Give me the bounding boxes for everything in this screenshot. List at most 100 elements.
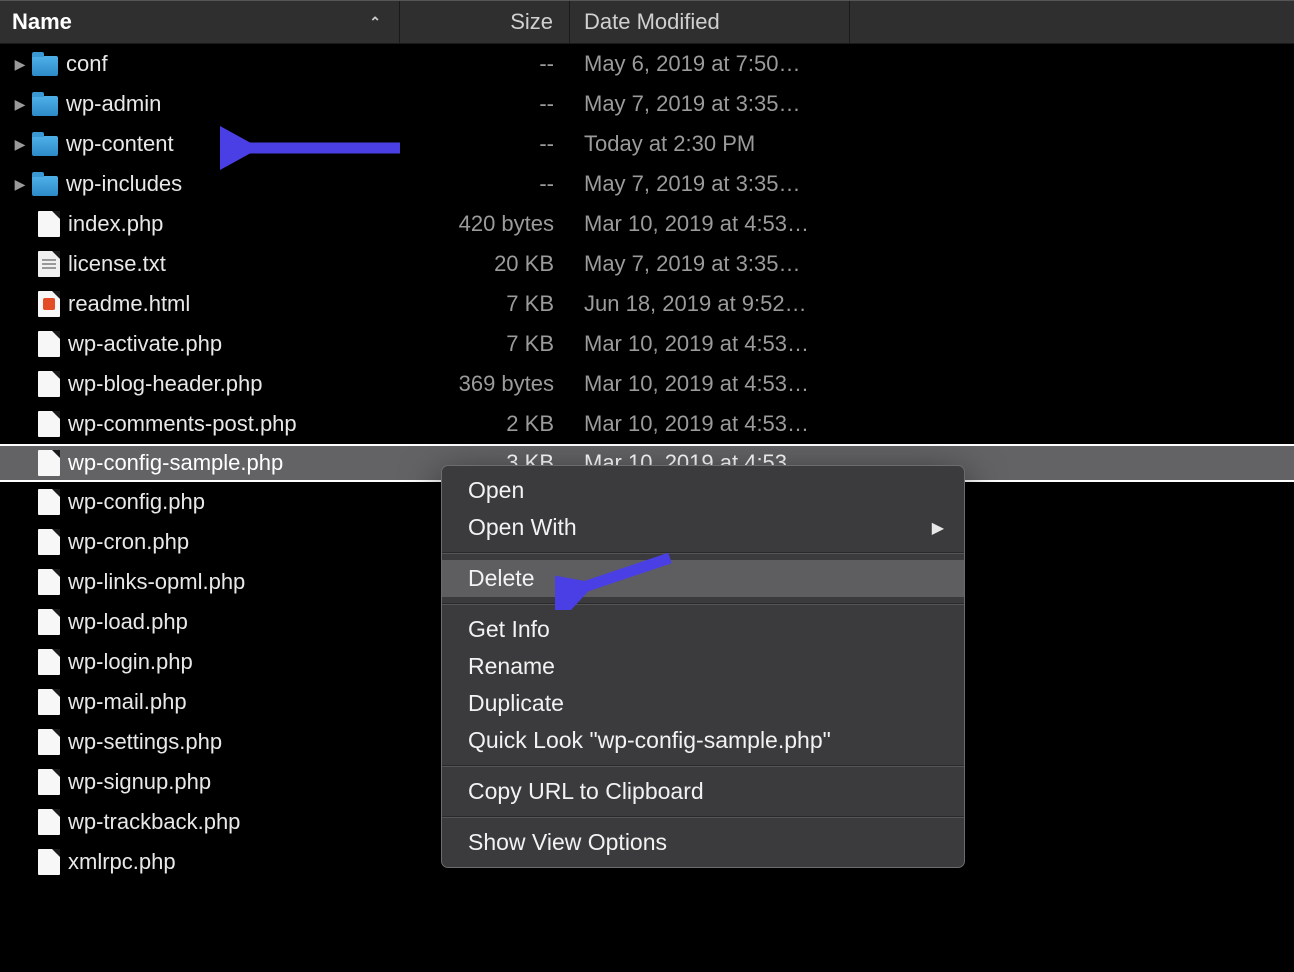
file-size-label: 20 KB [400,251,570,277]
submenu-arrow-icon: ▶ [932,518,944,538]
menu-item-show-view-options[interactable]: Show View Options [442,824,964,861]
file-size-label: -- [400,171,570,197]
column-header-name[interactable]: Name ⌃ [0,1,400,43]
file-size-label: -- [400,51,570,77]
file-icon [38,529,60,555]
menu-item-open[interactable]: Open [442,472,964,509]
file-name-label: readme.html [68,291,190,317]
file-name-label: wp-config-sample.php [68,450,283,476]
file-name-label: wp-mail.php [68,689,187,715]
file-date-label: Mar 10, 2019 at 4:53… [570,331,870,357]
file-name-label: wp-cron.php [68,529,189,555]
file-date-label: Today at 2:30 PM [570,131,870,157]
file-date-label: May 7, 2019 at 3:35… [570,251,870,277]
menu-item-open-with-label: Open With [468,514,577,541]
file-size-label: 420 bytes [400,211,570,237]
column-header-spacer [850,1,1294,43]
file-row[interactable]: license.txt20 KBMay 7, 2019 at 3:35… [0,244,1294,284]
file-name-cell: index.php [12,211,400,237]
disclosure-triangle-icon[interactable]: ▶ [12,56,28,73]
file-name-label: wp-load.php [68,609,188,635]
column-header-name-label: Name [12,9,72,35]
disclosure-triangle-icon[interactable]: ▶ [12,136,28,153]
file-row[interactable]: readme.html 7 KBJun 18, 2019 at 9:52… [0,284,1294,324]
file-name-label: wp-settings.php [68,729,222,755]
menu-item-open-with[interactable]: Open With ▶ [442,509,964,546]
file-size-label: 7 KB [400,291,570,317]
file-icon [38,809,60,835]
file-name-cell: wp-load.php [12,609,400,635]
file-name-label: wp-includes [66,171,182,197]
folder-icon [32,136,58,156]
menu-item-rename[interactable]: Rename [442,648,964,685]
file-row[interactable]: ▶ wp-includes --May 7, 2019 at 3:35… [0,164,1294,204]
folder-icon [32,176,58,196]
file-name-cell: wp-blog-header.php [12,371,400,397]
file-date-label: Mar 10, 2019 at 4:53… [570,371,870,397]
file-row[interactable]: wp-comments-post.php2 KBMar 10, 2019 at … [0,404,1294,444]
column-header-size[interactable]: Size [400,1,570,43]
file-name-label: wp-links-opml.php [68,569,245,595]
file-name-label: wp-signup.php [68,769,211,795]
file-row[interactable]: wp-blog-header.php369 bytesMar 10, 2019 … [0,364,1294,404]
file-date-label: May 7, 2019 at 3:35… [570,171,870,197]
column-header-date[interactable]: Date Modified [570,1,850,43]
folder-icon [32,96,58,116]
menu-item-quick-look[interactable]: Quick Look "wp-config-sample.php" [442,722,964,759]
menu-item-get-info[interactable]: Get Info [442,611,964,648]
file-row[interactable]: index.php 420 bytesMar 10, 2019 at 4:53… [0,204,1294,244]
file-name-label: wp-activate.php [68,331,222,357]
menu-item-copy-url-label: Copy URL to Clipboard [468,778,704,805]
file-icon [38,331,60,357]
file-icon [38,729,60,755]
file-row[interactable]: ▶ wp-admin --May 7, 2019 at 3:35… [0,84,1294,124]
file-name-cell: wp-cron.php [12,529,400,555]
file-size-label: -- [400,91,570,117]
file-name-label: wp-admin [66,91,161,117]
file-date-label: May 7, 2019 at 3:35… [570,91,870,117]
menu-separator [442,552,964,554]
menu-item-rename-label: Rename [468,653,555,680]
menu-item-delete[interactable]: Delete [442,560,964,597]
file-icon [38,689,60,715]
file-row[interactable]: ▶wp-content--Today at 2:30 PM [0,124,1294,164]
menu-separator [442,816,964,818]
file-date-label: Jun 18, 2019 at 9:52… [570,291,870,317]
file-date-label: Mar 10, 2019 at 4:53… [570,211,870,237]
menu-item-duplicate[interactable]: Duplicate [442,685,964,722]
file-icon [38,769,60,795]
file-icon [38,489,60,515]
disclosure-triangle-icon[interactable]: ▶ [12,96,28,113]
column-header-size-label: Size [510,9,553,35]
file-name-cell: wp-config.php [12,489,400,515]
file-name-label: index.php [68,211,163,237]
file-size-label: 2 KB [400,411,570,437]
file-row[interactable]: ▶conf--May 6, 2019 at 7:50… [0,44,1294,84]
menu-item-get-info-label: Get Info [468,616,550,643]
file-name-label: conf [66,51,108,77]
file-name-cell: wp-trackback.php [12,809,400,835]
file-name-cell: ▶ wp-includes [12,171,400,197]
menu-separator [442,765,964,767]
folder-icon [32,56,58,76]
file-name-cell: wp-mail.php [12,689,400,715]
menu-item-delete-label: Delete [468,565,534,592]
file-name-label: wp-content [66,131,174,157]
file-icon [38,450,60,476]
sort-ascending-icon: ⌃ [369,14,381,31]
context-menu: Open Open With ▶ Delete Get Info Rename … [441,465,965,868]
disclosure-triangle-icon[interactable]: ▶ [12,176,28,193]
menu-item-duplicate-label: Duplicate [468,690,564,717]
file-name-cell: ▶ wp-content [12,131,400,157]
file-icon [38,609,60,635]
column-header-row: Name ⌃ Size Date Modified [0,0,1294,44]
file-size-label: 369 bytes [400,371,570,397]
menu-item-copy-url[interactable]: Copy URL to Clipboard [442,773,964,810]
file-icon [38,371,60,397]
file-icon [38,569,60,595]
text-file-icon [38,251,60,277]
file-name-cell: wp-config-sample.php [12,450,400,476]
file-row[interactable]: wp-activate.php7 KBMar 10, 2019 at 4:53… [0,324,1294,364]
file-name-cell: ▶ conf [12,51,400,77]
menu-separator [442,603,964,605]
